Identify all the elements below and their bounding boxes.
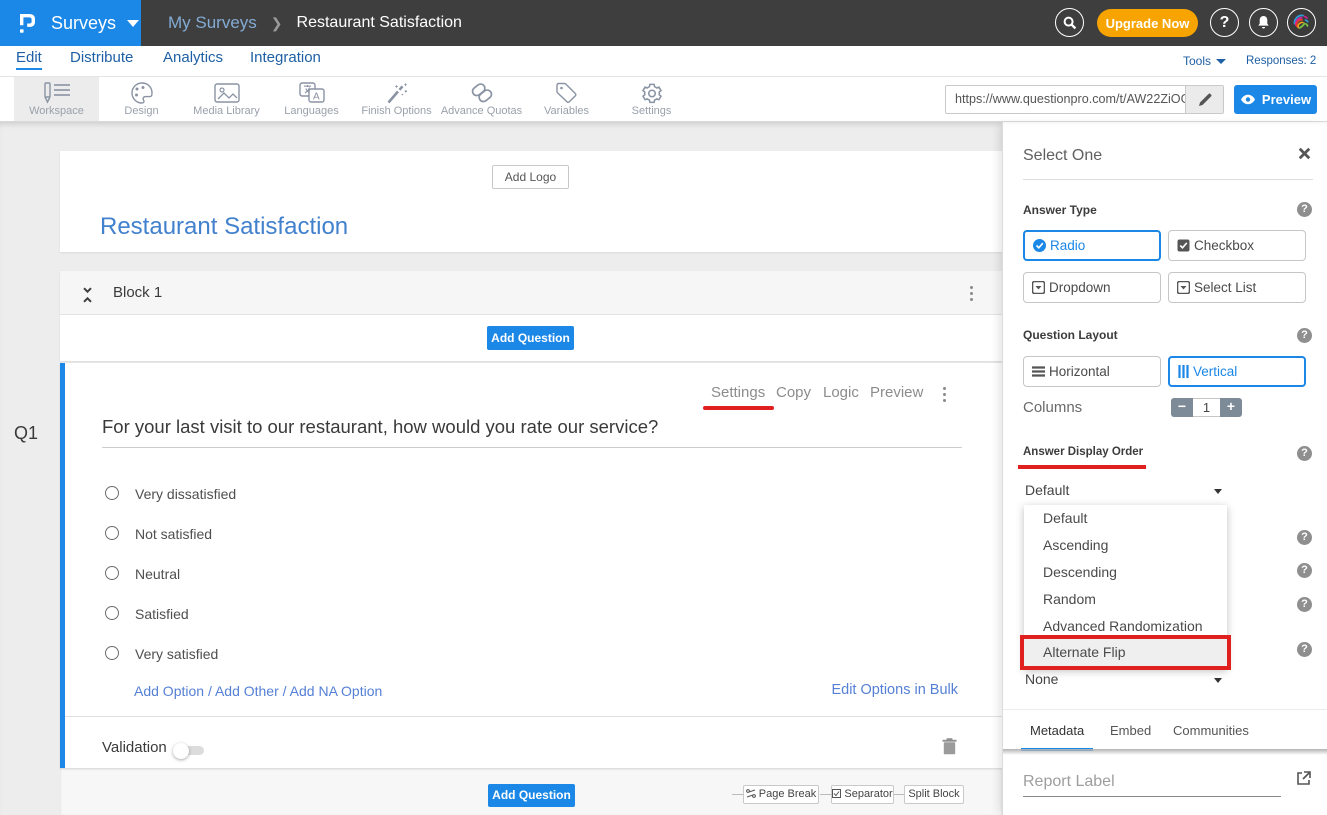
svg-text:A: A (313, 92, 320, 103)
